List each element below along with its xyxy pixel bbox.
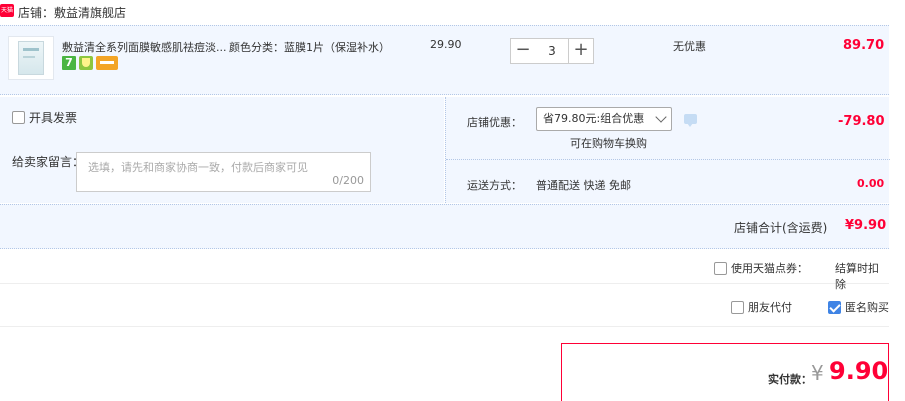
decrease-quantity-button[interactable]: − [510,38,536,64]
seller-message-textarea[interactable]: 选填，请先和商家协商一致，付款后商家可见 0/200 [76,152,371,192]
quantity-input[interactable]: 3 [535,38,569,64]
points-checkbox[interactable] [714,261,727,275]
shipping-label: 运送方式： [467,179,522,192]
divider [446,159,890,160]
chevron-down-icon [655,111,667,123]
shop-name-link[interactable]: 店铺：敷益清旗舰店 [18,4,126,21]
shop-coupon-select[interactable]: 省79.80元:组合优惠 [536,107,672,131]
shipping-fee: 0.00 [857,177,885,190]
points-row: 使用天猫点券： 结算时扣除 [0,250,889,291]
anonymous-label: 匿名购买 [845,301,889,314]
shop-total-amount: ¥9.90 [845,218,887,233]
anonymous-purchase-option[interactable]: 匿名购买 [828,299,889,315]
tmall-badge: 天猫 [0,4,14,17]
invoice-label: 开具发票 [29,111,78,125]
product-spec: 颜色分类：蓝膜1片（保湿补水） [229,41,390,54]
shop-total-row: 店铺合计(含运费) ¥9.90 [0,204,889,249]
order-options-right: 店铺优惠： 省79.80元:组合优惠 可在购物车换购 -79.80 运送方式： … [445,97,890,203]
tmall-points-option[interactable]: 使用天猫点券： [714,260,808,276]
message-char-count: 0/200 [332,174,364,187]
shop-coupon-label: 店铺优惠： [467,116,522,129]
item-subtotal: 89.70 [843,38,885,53]
friend-pay-checkbox[interactable] [731,300,744,314]
anonymous-checkbox[interactable] [828,300,841,314]
shipping-method: 普通配送 快递 免邮 [536,179,631,192]
actual-payment-label: 实付款： [768,373,812,386]
coupon-note-link[interactable]: 可在购物车换购 [570,135,647,151]
product-title-link[interactable]: 敷益清全系列面膜敏感肌祛痘淡... [62,39,227,55]
friend-pay-option[interactable]: 朋友代付 [731,299,792,315]
credit-card-icon [96,56,118,70]
invoice-option[interactable]: 开具发票 [12,109,77,126]
unit-price: 29.90 [430,38,462,51]
chat-icon[interactable] [684,114,697,127]
checkout-page: 天猫 店铺：敷益清旗舰店 敷益清全系列面膜敏感肌祛痘淡... 颜色分类：蓝膜1片… [0,0,905,401]
message-placeholder: 选填，请先和商家协商一致，付款后商家可见 [88,161,308,174]
quantity-stepper: − 3 + [510,38,594,64]
item-discount: 无优惠 [673,40,706,53]
order-item-row: 敷益清全系列面膜敏感肌祛痘淡... 颜色分类：蓝膜1片（保湿补水） 7 29.9… [0,25,889,95]
currency-symbol: ¥ [811,361,824,385]
coupon-selected-value: 省79.80元:组合优惠 [543,112,645,125]
service-tags: 7 [62,56,118,70]
actual-payment-box: 实付款： ¥ 9.90 [561,343,889,401]
invoice-checkbox[interactable] [12,111,25,124]
product-image [18,41,44,75]
product-thumbnail[interactable] [8,36,54,80]
coupon-amount: -79.80 [838,114,885,129]
guarantee-icon [79,56,93,70]
friend-pay-label: 朋友代付 [748,301,792,314]
order-options-left: 开具发票 给卖家留言： 选填，请先和商家协商一致，付款后商家可见 0/200 [0,97,444,203]
points-label: 使用天猫点券： [731,262,808,275]
actual-payment-amount: 9.90 [829,357,889,385]
shop-header: 天猫 店铺：敷益清旗舰店 [0,0,905,24]
increase-quantity-button[interactable]: + [568,38,594,64]
message-label: 给卖家留言： [12,155,85,169]
payment-options-row: 朋友代付 匿名购买 [0,285,889,327]
seven-day-return-icon: 7 [62,56,76,70]
shop-total-label: 店铺合计(含运费) [734,221,828,235]
